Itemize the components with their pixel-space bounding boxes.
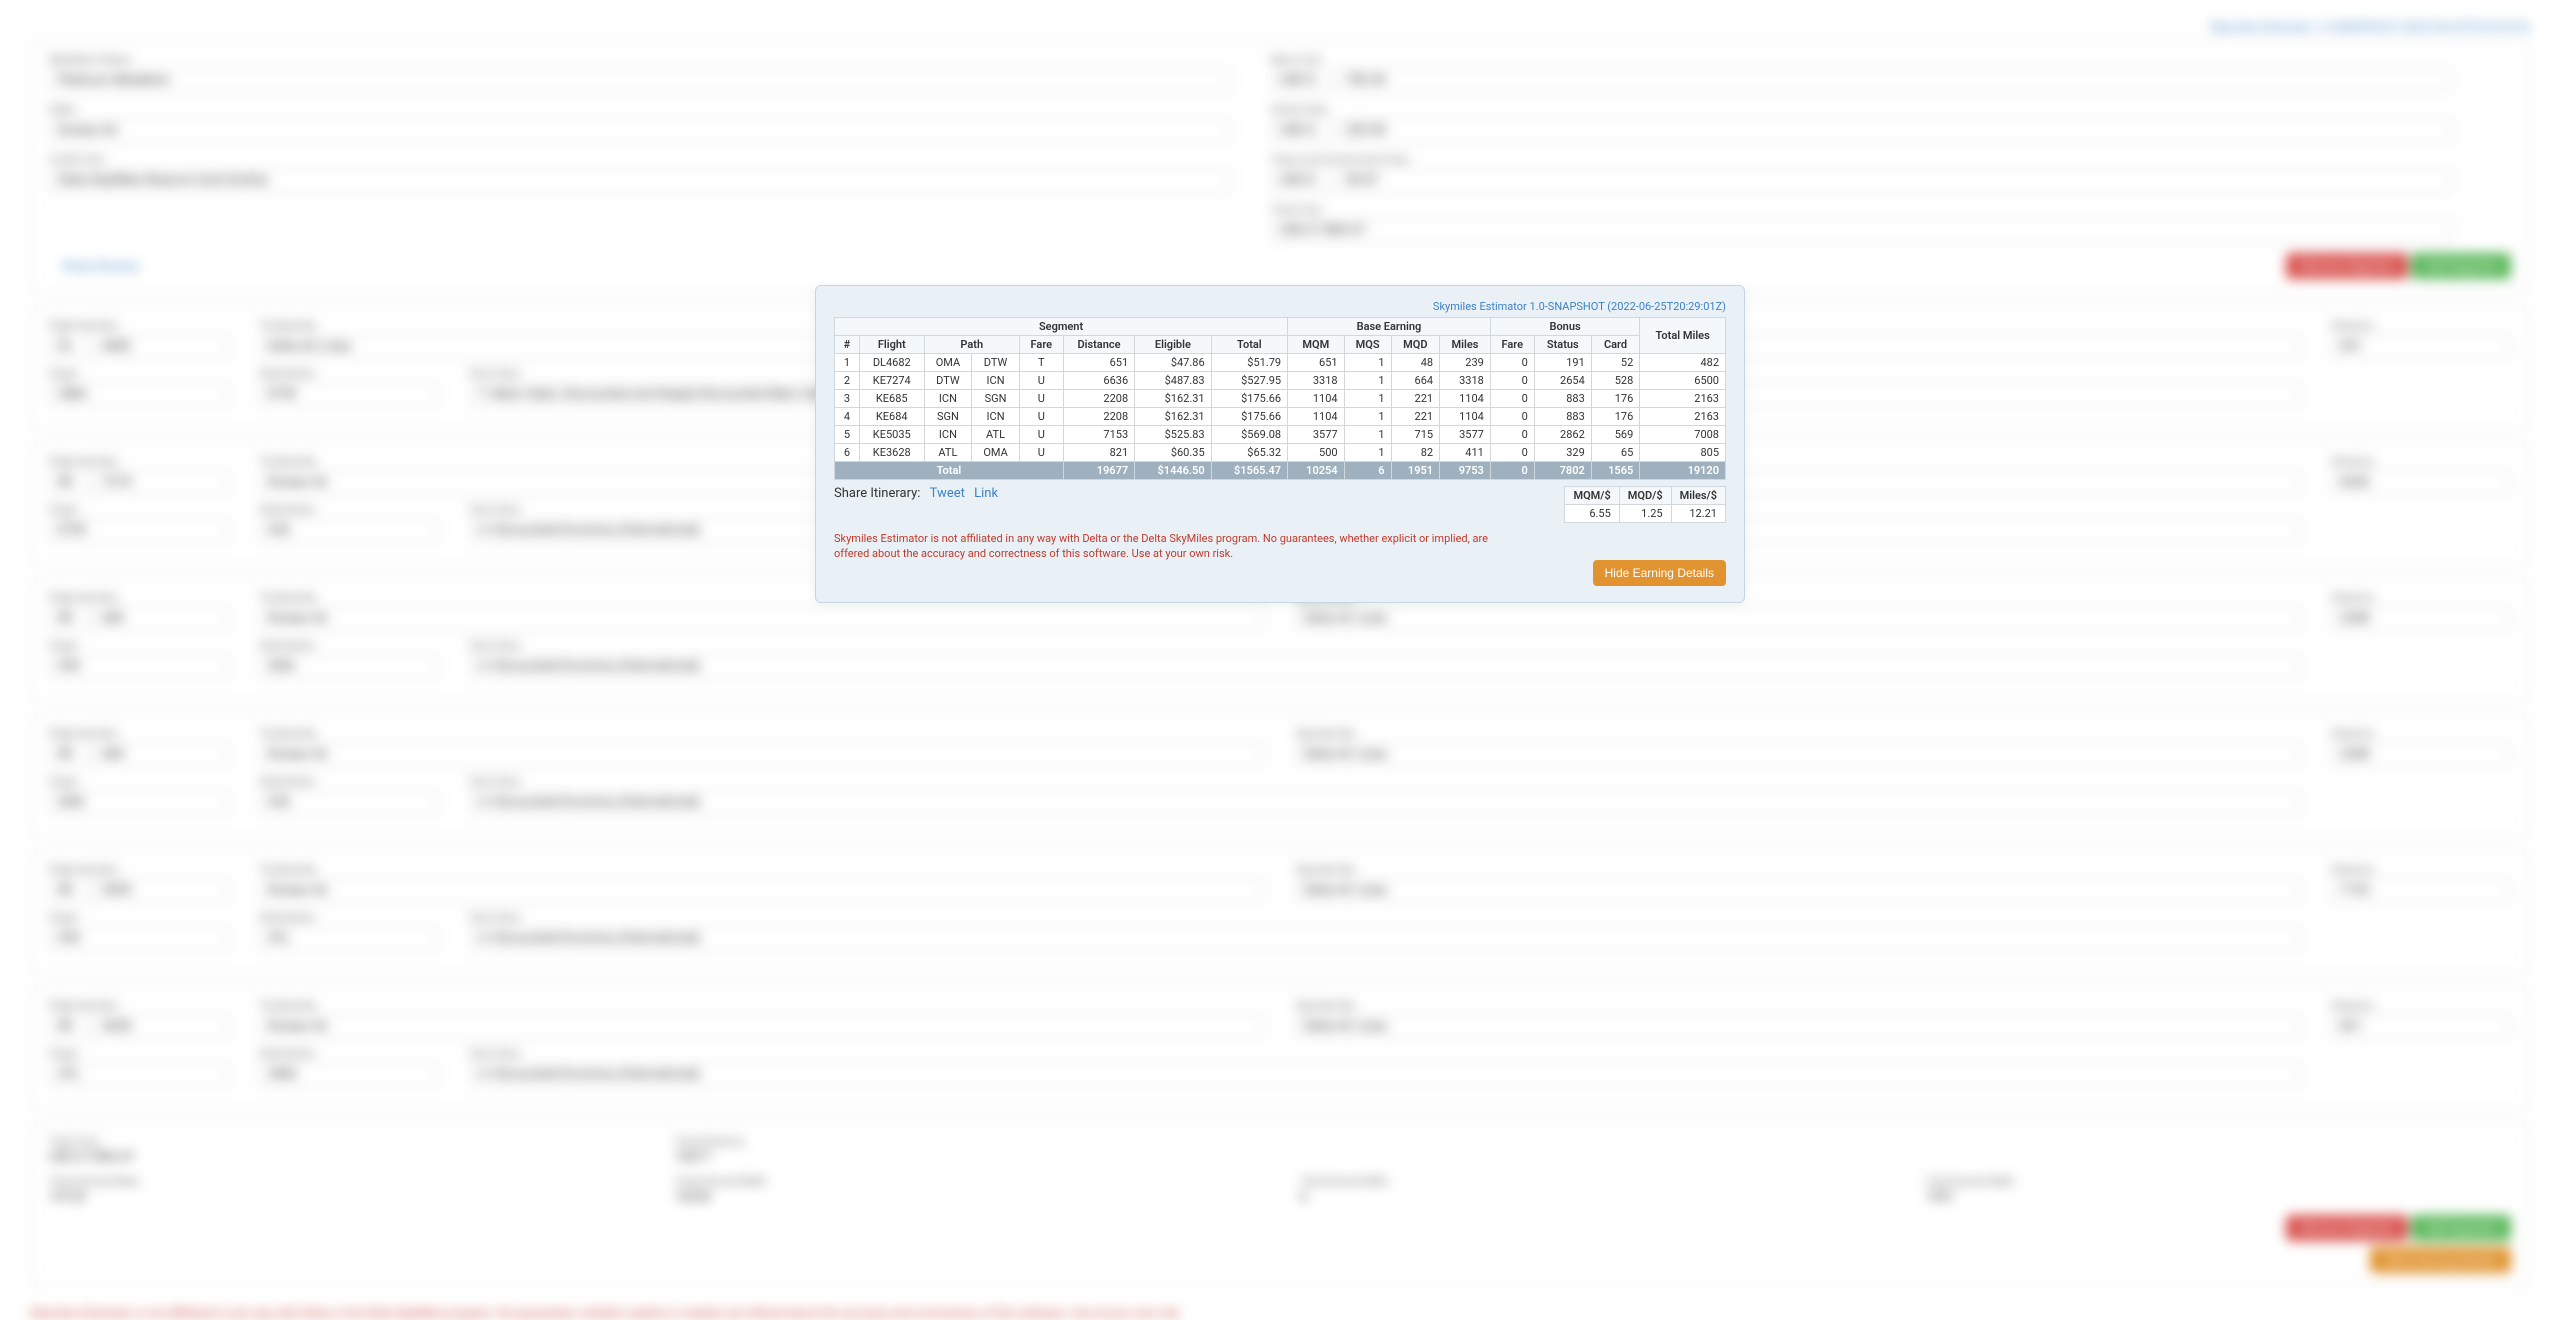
table-row: 2KE7274DTWICNU6636$487.83$527.9533181664… bbox=[835, 372, 1726, 390]
modal-disclaimer: Skymiles Estimator is not affiliated in … bbox=[834, 531, 1514, 562]
th-eligible: Eligible bbox=[1135, 336, 1211, 354]
th-mqd: MQD bbox=[1391, 336, 1440, 354]
airline-fees-input[interactable]: 203.90 bbox=[1337, 118, 2453, 143]
medallion-select[interactable]: Platinum Medallion bbox=[49, 68, 1231, 93]
base-cost-currency[interactable]: USD $ bbox=[1271, 68, 1331, 93]
th-total-miles: Total Miles bbox=[1640, 318, 1726, 354]
th-total: Total bbox=[1211, 336, 1287, 354]
earning-table: Segment Base Earning Bonus Total Miles #… bbox=[834, 317, 1726, 480]
table-row: 5KE5035ICNATLU7153$525.83$569.0835771715… bbox=[835, 426, 1726, 444]
table-row: 4KE684SGNICNU2208$162.31$175.66110412211… bbox=[835, 408, 1726, 426]
tax-fees-input[interactable]: 90.87 bbox=[1337, 168, 2453, 193]
remove-segment-button[interactable]: Remove Segment bbox=[2286, 253, 2408, 279]
th-miles: Miles bbox=[1440, 336, 1491, 354]
th-mqm: MQM bbox=[1288, 336, 1345, 354]
th-bonus-status: Status bbox=[1534, 336, 1591, 354]
add-segment-button-2[interactable]: Add Segment bbox=[2411, 1215, 2511, 1241]
th-bonus-fare: Fare bbox=[1490, 336, 1534, 354]
share-label: Share Itinerary: bbox=[834, 486, 920, 501]
total-cost-label-2: Total Cost bbox=[49, 1135, 635, 1148]
link-link[interactable]: Link bbox=[974, 486, 998, 501]
background-form: Skymiles Estimator 1.0-SNAPSHOT (2022-06… bbox=[0, 0, 2560, 1267]
base-cost-input[interactable]: 785.30 bbox=[1337, 68, 2453, 93]
seller-label: Seller bbox=[49, 103, 1231, 116]
th-mqd-per-dollar: MQD/$ bbox=[1619, 487, 1671, 505]
card-select[interactable]: Delta SkyMiles Reserve Card (AmEx) bbox=[49, 168, 1231, 193]
total-cost-display: USD $ 7085.47 bbox=[1271, 218, 2453, 243]
medallion-label: Medallion Status bbox=[49, 53, 1231, 66]
total-miles-value: 19120 bbox=[49, 1190, 635, 1205]
total-miles-label: Total Earned Miles bbox=[49, 1175, 635, 1188]
version-link-top[interactable]: Skymiles Estimator 1.0-SNAPSHOT (2022-06… bbox=[30, 20, 2530, 34]
th-base-group: Base Earning bbox=[1288, 318, 1491, 336]
footer-disclaimer: Skymiles Estimator is not affiliated in … bbox=[30, 1306, 2530, 1320]
base-cost-label: Base Cost bbox=[1271, 53, 2453, 66]
remove-segment-button-2[interactable]: Remove Segment bbox=[2286, 1215, 2408, 1241]
segment-section: Flight NumberKE684Ticketed ByKorean AirO… bbox=[30, 714, 2530, 836]
trip-config-section: Medallion Status Platinum Medallion Base… bbox=[30, 40, 2530, 292]
tax-fees-label: Taxes and Government Fees bbox=[1271, 153, 2453, 166]
reset-itinerary-link[interactable]: Reset Itinerary bbox=[49, 253, 154, 279]
table-row: 1DL4682OMADTWT651$47.86$51.7965114823901… bbox=[835, 354, 1726, 372]
table-row: 3KE685ICNSGNU2208$162.31$175.66110412211… bbox=[835, 390, 1726, 408]
total-cost-value-2: USD $ 7085.47 bbox=[49, 1150, 635, 1165]
th-path: Path bbox=[924, 336, 1019, 354]
miles-per-dollar: 12.21 bbox=[1671, 505, 1725, 523]
total-mqd-value: 1951 bbox=[1926, 1190, 2512, 1205]
total-distance-value: 19677 bbox=[675, 1150, 1261, 1165]
total-mqm-value: 10254 bbox=[675, 1190, 1261, 1205]
segment-section: Flight NumberKE3628Ticketed ByKorean Air… bbox=[30, 986, 2530, 1108]
th-bonus-group: Bonus bbox=[1490, 318, 1639, 336]
version-link-modal[interactable]: Skymiles Estimator 1.0-SNAPSHOT (2022-06… bbox=[834, 300, 1726, 313]
airline-fees-currency: USD $ bbox=[1271, 118, 1331, 143]
th-fare: Fare bbox=[1019, 336, 1063, 354]
th-miles-per-dollar: Miles/$ bbox=[1671, 487, 1725, 505]
mqm-per-dollar: 6.55 bbox=[1565, 505, 1619, 523]
th-segment-group: Segment bbox=[835, 318, 1288, 336]
mqd-per-dollar: 1.25 bbox=[1619, 505, 1671, 523]
seller-select[interactable]: Korean Air bbox=[49, 118, 1231, 143]
th-distance: Distance bbox=[1063, 336, 1134, 354]
hide-earning-details-button[interactable]: Hide Earning Details bbox=[1593, 560, 1726, 586]
total-distance-label: Total Distance bbox=[675, 1135, 1261, 1148]
total-mqd-label: Total Earned MQD bbox=[1926, 1175, 2512, 1188]
earning-details-modal: Skymiles Estimator 1.0-SNAPSHOT (2022-06… bbox=[815, 285, 1745, 603]
th-flight: Flight bbox=[859, 336, 924, 354]
tweet-link[interactable]: Tweet bbox=[930, 486, 965, 501]
totals-section: Total Cost USD $ 7085.47 Total Distance 19… bbox=[30, 1122, 2530, 1286]
th-num: # bbox=[835, 336, 860, 354]
segment-section: Flight NumberKE5035Ticketed ByKorean Air… bbox=[30, 850, 2530, 972]
total-row: Total19677$1446.50$1565.4710254619519753… bbox=[835, 462, 1726, 480]
th-mqm-per-dollar: MQM/$ bbox=[1565, 487, 1619, 505]
airline-fees-label: Airline Fees bbox=[1271, 103, 2453, 116]
total-cost-label: Total Cost bbox=[1271, 203, 2453, 216]
th-mqs: MQS bbox=[1344, 336, 1391, 354]
total-mqs-value: 6 bbox=[1300, 1190, 1886, 1205]
ratios-table: MQM/$ MQD/$ Miles/$ 6.55 1.25 12.21 bbox=[1564, 486, 1726, 523]
show-earning-details-button[interactable]: Show Earning Details bbox=[2370, 1247, 2511, 1273]
th-bonus-card: Card bbox=[1591, 336, 1640, 354]
tax-fees-currency: USD $ bbox=[1271, 168, 1331, 193]
add-segment-button[interactable]: Add Segment bbox=[2411, 253, 2511, 279]
table-row: 6KE3628ATLOMAU821$60.35$65.3250018241103… bbox=[835, 444, 1726, 462]
total-mqm-label: Total Earned MQM bbox=[675, 1175, 1261, 1188]
card-label: Credit Card bbox=[49, 153, 1231, 166]
total-mqs-label: Total Earned MQS bbox=[1300, 1175, 1886, 1188]
